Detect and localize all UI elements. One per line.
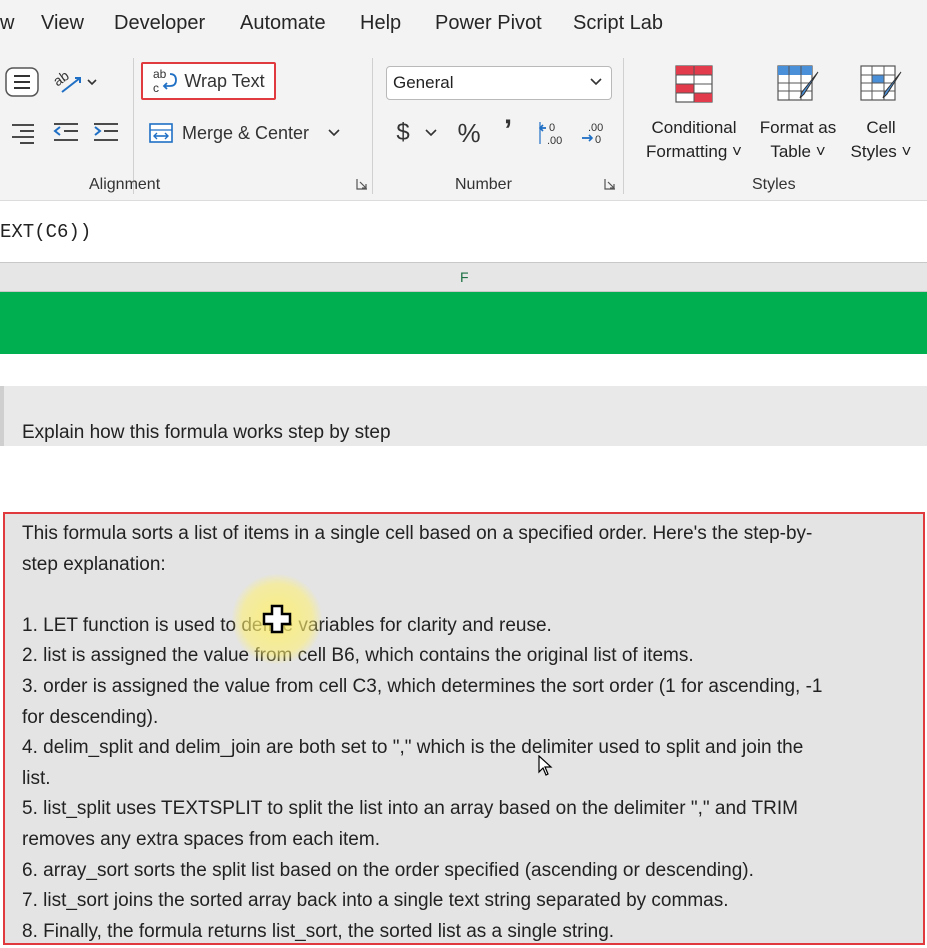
comma-style-button[interactable]: ’ [496,112,520,150]
answer-line: for descending). [22,706,159,728]
percent-symbol: % [457,117,481,148]
format-as-table-label-1: Format as [759,118,837,137]
prompt-cell[interactable]: Explain how this formula works step by s… [0,386,927,446]
ribbon: ab ab c Wrap Text Merge & Center Alignme… [0,50,927,200]
number-format-value: General [393,73,454,92]
wrap-text-button[interactable]: ab c Wrap Text [141,62,276,100]
increase-indent-icon [94,123,118,141]
conditional-formatting-label-1: Conditional [651,118,737,137]
separator [133,58,134,194]
cell-select-cursor-icon [262,604,292,634]
number-group-label: Number [455,176,512,193]
answer-line: list. [22,767,51,789]
tab-help[interactable]: Help [360,12,401,35]
answer-line: 7. list_sort joins the sorted array back… [22,890,729,912]
answer-cell[interactable]: This formula sorts a list of items in a … [3,512,925,945]
format-as-table-label-2: Table ˅ [770,142,826,161]
answer-line: step explanation: [22,553,166,575]
cell-styles-icon [860,65,902,101]
prompt-text: Explain how this formula works step by s… [22,422,391,443]
cell-styles-label-2: Styles ˅ [850,142,912,161]
svg-text:.00: .00 [588,122,603,134]
svg-text:c: c [153,81,159,95]
conditional-formatting-icon [675,65,713,103]
answer-line: 2. list is assigned the value from cell … [22,645,694,667]
answer-line: This formula sorts a list of items in a … [22,523,813,544]
answer-line: 6. array_sort sorts the split list based… [22,859,754,881]
decrease-decimal-button[interactable]: .00 0 [578,116,610,150]
answer-line: 4. delim_split and delim_join are both s… [22,737,804,759]
format-as-table-icon [777,65,819,101]
increase-decimal-icon: 0 .00 [538,122,562,147]
tab-power-pivot[interactable]: Power Pivot [435,12,542,35]
number-format-select[interactable]: General [386,66,612,100]
percent-style-button[interactable]: % [454,116,484,150]
separator [372,58,373,194]
wrap-text-label: Wrap Text [184,70,265,91]
tab-automate[interactable]: Automate [240,12,326,35]
conditional-formatting-button[interactable]: Conditional Formatting ˅ [638,62,750,164]
align-right-icon [12,124,34,144]
merge-center-icon [149,123,173,143]
answer-line: 5. list_split uses TEXTSPLIT to split th… [22,798,798,820]
svg-text:0: 0 [549,122,555,134]
green-filled-row[interactable] [0,292,927,354]
wrap-text-icon: ab c [153,67,178,95]
cell-styles-button[interactable]: Cell Styles ˅ [846,62,916,164]
separator [623,58,624,194]
chevron-down-icon [425,129,437,137]
accounting-format-button[interactable]: $ [392,116,442,150]
tab-developer[interactable]: Developer [114,12,205,35]
answer-line: 8. Finally, the formula returns list_sor… [22,920,615,942]
alignment-dialog-launcher-icon[interactable] [356,178,368,190]
menu-bar: w View Developer Automate Help Power Piv… [0,0,927,50]
formula-text: EXT(C6)) [0,221,92,243]
svg-text:ab: ab [153,67,167,81]
svg-text:.00: .00 [547,135,562,147]
answer-line: 3. order is assigned the value from cell… [22,675,823,697]
tab-review[interactable]: w [0,12,14,35]
decrease-decimal-icon: .00 0 [582,122,603,146]
increase-indent-button[interactable] [90,116,122,148]
text-orientation-icon: ab [50,67,97,93]
alignment-group-label: Alignment [89,176,161,193]
align-justify-button[interactable] [3,65,41,99]
styles-group-label: Styles [752,176,796,193]
comma-symbol: ’ [503,114,513,147]
conditional-formatting-label-2: Formatting ˅ [646,142,742,161]
answer-line [22,580,907,611]
chevron-down-icon [328,129,340,137]
increase-decimal-button[interactable]: 0 .00 [536,116,568,150]
tab-view[interactable]: View [41,12,84,35]
cell-styles-label-1: Cell [866,118,896,137]
number-dialog-launcher-icon[interactable] [604,178,616,190]
svg-text:0: 0 [595,134,601,146]
align-justify-icon [5,67,39,97]
format-as-table-button[interactable]: Format as Table ˅ [752,62,844,164]
column-header-row: F [0,262,927,292]
merge-center-button[interactable]: Merge & Center [148,116,354,150]
tab-script-lab[interactable]: Script Lab [573,12,663,35]
align-right-button[interactable] [8,116,38,148]
mouse-pointer-icon [538,755,553,776]
column-header-f[interactable]: F [460,269,469,285]
orientation-button[interactable]: ab [50,66,102,98]
merge-center-label: Merge & Center [182,122,310,143]
chevron-down-icon [590,78,602,86]
formula-bar[interactable]: EXT(C6)) [0,200,927,262]
answer-line: 1. LET function is used to define variab… [22,614,552,636]
decrease-indent-icon [53,123,78,141]
decrease-indent-button[interactable] [50,116,82,148]
currency-symbol: $ [396,119,410,146]
answer-line: removes any extra spaces from each item. [22,828,380,850]
